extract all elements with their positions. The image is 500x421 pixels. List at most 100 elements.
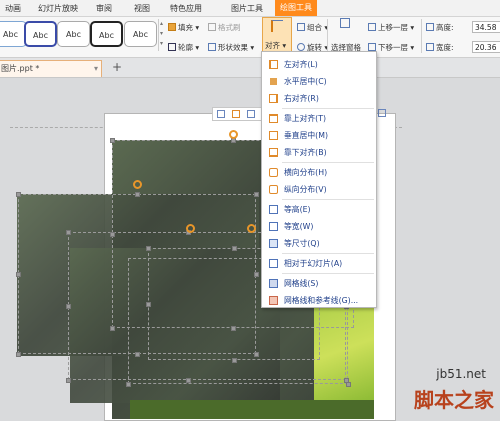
group-button[interactable]: 组合 ▾ <box>297 22 328 33</box>
ribbon: Abc Abc Abc Abc Abc ▴ ▾ ▾ 填充 ▾ 格式刷 轮廓 ▾ 形状… <box>0 17 500 58</box>
resize-handle[interactable] <box>346 382 351 387</box>
shape-style-5[interactable]: Abc <box>124 21 157 47</box>
align-dropdown-menu: 左对齐(L) 水平居中(C) 右对齐(R) 靠上对齐(T) 垂直居中(M) 靠下… <box>261 51 377 308</box>
gridlines-guides-icon <box>269 296 278 305</box>
menu-gridlines[interactable]: 网格线(S) <box>262 275 376 292</box>
resize-handle[interactable] <box>146 246 151 251</box>
resize-handle[interactable] <box>232 246 237 251</box>
send-backward-icon <box>368 43 376 51</box>
tab-review[interactable]: 审阅 <box>96 3 112 14</box>
resize-handle[interactable] <box>110 326 115 331</box>
rotate-handle-icon[interactable] <box>186 224 195 233</box>
bring-forward-icon <box>368 23 376 31</box>
watermark-brand: 脚本之家 <box>414 388 494 412</box>
tab-drawing-tools[interactable]: 绘图工具 <box>275 0 317 16</box>
align-center-icon <box>270 78 277 85</box>
width-icon <box>426 43 434 51</box>
resize-handle[interactable] <box>254 352 259 357</box>
fill-button[interactable]: 填充 ▾ <box>168 22 199 33</box>
resize-handle[interactable] <box>110 232 115 237</box>
resize-handle[interactable] <box>16 272 21 277</box>
shape-style-2[interactable]: Abc <box>24 21 57 47</box>
resize-handle[interactable] <box>135 192 140 197</box>
height-icon <box>426 23 434 31</box>
shape-style-1[interactable]: Abc <box>0 21 27 47</box>
resize-handle[interactable] <box>254 272 259 277</box>
align-bottom-icon <box>269 148 278 157</box>
menu-same-width[interactable]: 等宽(W) <box>262 218 376 235</box>
menu-tab-bar: 动画 幻灯片放映 审阅 视图 特色应用 图片工具 绘图工具 <box>0 0 500 17</box>
tab-feature-apps[interactable]: 特色应用 <box>170 3 202 14</box>
align-right-icon[interactable] <box>247 110 255 118</box>
resize-handle[interactable] <box>232 358 237 363</box>
distribute-icon[interactable] <box>378 109 386 117</box>
outline-button[interactable]: 轮廓 ▾ <box>168 42 199 53</box>
resize-handle[interactable] <box>16 192 21 197</box>
menu-same-height[interactable]: 等高(E) <box>262 201 376 218</box>
height-input[interactable]: 34.58 <box>472 21 500 33</box>
resize-handle[interactable] <box>66 230 71 235</box>
document-tab[interactable]: 图片.ppt * ▾ <box>0 60 102 77</box>
resize-handle[interactable] <box>186 378 191 383</box>
rotate-handle-icon[interactable] <box>133 180 142 189</box>
same-height-icon <box>269 205 278 214</box>
picture-bottom-strip <box>130 400 374 419</box>
shape-style-4[interactable]: Abc <box>90 21 123 47</box>
resize-handle[interactable] <box>66 378 71 383</box>
menu-divider <box>282 253 374 254</box>
ribbon-divider <box>421 19 422 53</box>
shape-style-3[interactable]: Abc <box>57 21 90 47</box>
menu-align-middle[interactable]: 垂直居中(M) <box>262 127 376 144</box>
menu-relative-to-slide[interactable]: 相对于幻灯片(A) <box>262 255 376 272</box>
align-right-icon <box>269 94 278 103</box>
menu-distribute-vertical[interactable]: 纵向分布(V) <box>262 181 376 198</box>
relative-to-slide-icon <box>269 259 278 268</box>
width-input[interactable]: 20.36 <box>472 41 500 53</box>
resize-handle[interactable] <box>110 138 115 143</box>
same-size-icon <box>269 239 278 248</box>
add-tab-button[interactable]: + <box>112 60 122 74</box>
width-label: 宽度: <box>426 42 454 53</box>
distribute-vertical-icon <box>269 185 278 194</box>
styles-more-icon[interactable]: ▴ ▾ ▾ <box>158 19 166 51</box>
rotate-handle-icon[interactable] <box>247 224 256 233</box>
selection-pane-icon <box>340 18 350 28</box>
resize-handle[interactable] <box>126 382 131 387</box>
same-width-icon <box>269 222 278 231</box>
menu-align-center[interactable]: 水平居中(C) <box>262 73 376 90</box>
menu-align-top[interactable]: 靠上对齐(T) <box>262 110 376 127</box>
align-center-icon[interactable] <box>232 110 240 118</box>
shape-effects-icon <box>208 43 216 51</box>
menu-align-right[interactable]: 右对齐(R) <box>262 90 376 107</box>
align-left-icon[interactable] <box>217 110 225 118</box>
fill-icon <box>168 23 176 31</box>
close-tab-icon[interactable]: ▾ <box>94 61 98 77</box>
resize-handle[interactable] <box>16 352 21 357</box>
menu-divider <box>282 108 374 109</box>
resize-handle[interactable] <box>231 326 236 331</box>
shape-effects-button[interactable]: 形状效果 ▾ <box>208 42 254 53</box>
bring-forward-button[interactable]: 上移一层 ▾ <box>368 22 414 33</box>
resize-handle[interactable] <box>254 192 259 197</box>
outline-icon <box>168 43 176 51</box>
tab-picture-tools[interactable]: 图片工具 <box>231 3 263 14</box>
format-painter-icon <box>208 23 216 31</box>
resize-handle[interactable] <box>146 302 151 307</box>
align-top-icon <box>269 114 278 123</box>
tab-view[interactable]: 视图 <box>134 3 150 14</box>
format-painter-button[interactable]: 格式刷 <box>208 22 241 33</box>
menu-same-size[interactable]: 等尺寸(Q) <box>262 235 376 252</box>
align-button[interactable]: 对齐 ▾ <box>262 17 292 55</box>
menu-align-bottom[interactable]: 靠下对齐(B) <box>262 144 376 161</box>
menu-gridlines-guides[interactable]: 网格线和参考线(G)... <box>262 292 376 309</box>
resize-handle[interactable] <box>66 304 71 309</box>
menu-align-left[interactable]: 左对齐(L) <box>262 56 376 73</box>
menu-divider <box>282 273 374 274</box>
rotate-handle-icon[interactable] <box>229 130 238 139</box>
gridlines-icon <box>269 279 278 288</box>
menu-distribute-horizontal[interactable]: 横向分布(H) <box>262 164 376 181</box>
tab-slideshow[interactable]: 幻灯片放映 <box>38 3 78 14</box>
group-icon <box>297 23 305 31</box>
tab-animation[interactable]: 动画 <box>5 3 21 14</box>
resize-handle[interactable] <box>135 352 140 357</box>
